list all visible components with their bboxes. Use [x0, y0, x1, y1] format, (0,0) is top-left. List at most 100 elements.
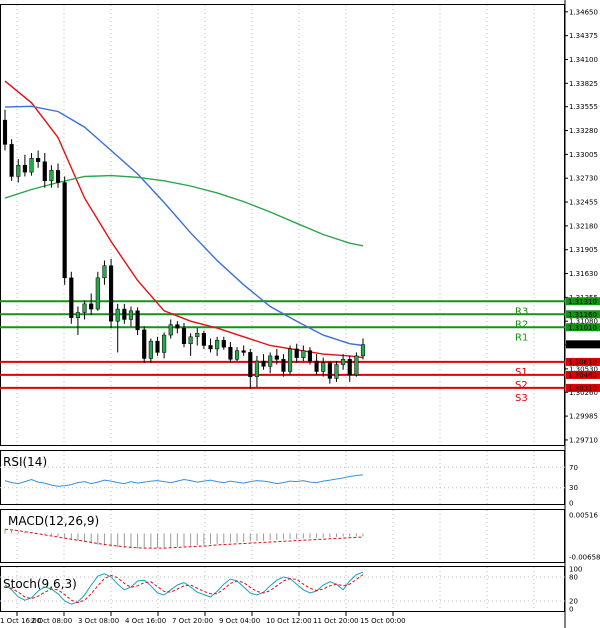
candle-bullish: [148, 340, 153, 359]
x-tick-label: 4 Oct 16:00: [125, 617, 166, 625]
y-tick-label: 1.32180: [569, 222, 598, 230]
candle-bearish: [55, 170, 61, 183]
candle-bullish: [115, 308, 120, 322]
x-tick-label: 9 Oct 04:00: [219, 617, 260, 625]
forex-chart: 1.34650 1.34375 1.34100 1.33825 1.33555 1.332…: [0, 0, 600, 628]
candle-bullish: [49, 170, 54, 182]
candle-bearish: [9, 144, 14, 177]
level-name-r2: R2: [515, 319, 528, 330]
candle-bullish: [162, 334, 167, 353]
candle-bearish: [42, 161, 47, 182]
x-tick-label: 2 Oct 08:00: [31, 617, 72, 625]
rsi-tick-label: 0: [569, 500, 573, 508]
candle-bullish: [75, 312, 80, 318]
candle-bullish: [301, 350, 306, 358]
x-tick-label: 15 Oct 00:00: [360, 617, 406, 625]
candle-bearish: [22, 164, 27, 173]
candle-bearish: [175, 324, 180, 329]
candle-bullish: [195, 333, 200, 338]
x-tick-label: 11 Oct 20:00: [313, 617, 359, 625]
candle-bearish: [294, 348, 299, 358]
candle-bearish: [142, 329, 147, 359]
candle-bullish: [268, 355, 273, 367]
candle-bullish: [82, 303, 87, 313]
stoch-tick-label: 100: [569, 566, 582, 574]
stoch-tick-label: 80: [569, 574, 578, 582]
level-name-r3: R3: [515, 306, 528, 317]
y-tick-label: 1.33825: [569, 80, 598, 88]
candle-bearish: [261, 360, 266, 367]
candle-bullish: [254, 360, 259, 377]
candle-bullish: [188, 336, 193, 344]
candle-bearish: [327, 362, 332, 379]
stoch-tick-label: 0: [569, 606, 573, 614]
y-tick-label: 1.34375: [569, 32, 598, 40]
candle-bearish: [135, 310, 140, 331]
panel-frame-1: [0, 450, 565, 505]
y-tick-label: 1.31905: [569, 246, 598, 254]
x-tick-label: 3 Oct 08:00: [78, 617, 119, 625]
candle-bearish: [228, 346, 233, 360]
candle-bearish: [248, 352, 253, 377]
y-tick-label: 1.34100: [569, 56, 598, 64]
candle-bearish: [307, 350, 313, 362]
candle-bullish: [354, 355, 359, 376]
macd-tick-label: -0.006584: [569, 554, 600, 562]
y-tick-label: 1.31630: [569, 270, 598, 278]
level-value-s2: 1.30460: [568, 371, 597, 379]
panel-frame-3: [0, 566, 565, 612]
y-tick-label: 1.33005: [569, 151, 598, 159]
candle-bullish: [288, 348, 293, 372]
candle-bearish: [2, 119, 8, 145]
candle-bearish: [155, 340, 160, 353]
panel-frame-0: [0, 4, 565, 446]
level-name-s1: S1: [515, 367, 528, 378]
candle-bearish: [314, 360, 319, 372]
level-value-s3: 1.30310: [568, 384, 597, 392]
y-tick-label: 1.32730: [569, 175, 598, 183]
candle-bearish: [62, 182, 67, 279]
y-tick-label: 1.29985: [569, 413, 598, 421]
macd-tick-label: 0.00516: [569, 512, 598, 520]
candle-bearish: [122, 308, 127, 320]
y-tick-label: 1.34650: [569, 8, 598, 16]
candle-bullish: [29, 158, 34, 173]
y-tick-label: 1.29710: [569, 436, 598, 444]
candle-bearish: [89, 303, 94, 310]
candle-bullish: [334, 364, 339, 379]
level-value-r1: 1.31010: [568, 324, 597, 332]
rsi-tick-label: 30: [569, 484, 578, 492]
current-price-value: 1.30813: [568, 341, 597, 349]
x-tick-label: 10 Oct 12:00: [266, 617, 312, 625]
stoch-tick-label: 20: [569, 598, 578, 606]
candle-bearish: [241, 350, 246, 353]
candle-bearish: [274, 355, 279, 360]
candle-bullish: [128, 310, 134, 320]
y-tick-label: 1.33555: [569, 103, 598, 111]
macd-label: MACD(12,26,9): [8, 514, 99, 528]
candle-bullish: [168, 324, 173, 336]
level-value-r3: 1.31310: [568, 298, 597, 306]
candle-bullish: [95, 277, 100, 310]
rsi-tick-label: 70: [569, 464, 578, 472]
candle-bearish: [109, 265, 114, 322]
candle-bearish: [69, 277, 74, 318]
candle-bearish: [181, 327, 187, 344]
candle-bullish: [102, 265, 107, 279]
y-tick-label: 1.33280: [569, 127, 598, 135]
x-tick-label: 7 Oct 20:00: [172, 617, 213, 625]
candle-bullish: [360, 344, 366, 357]
candle-bullish: [16, 164, 21, 177]
candle-bullish: [215, 340, 220, 350]
level-value-s1: 1.30610: [568, 358, 597, 366]
candle-bullish: [234, 350, 240, 360]
stoch-label: Stoch(9,6,3): [3, 577, 77, 591]
candle-bearish: [347, 359, 352, 376]
candle-bearish: [208, 345, 213, 350]
candle-bearish: [201, 333, 206, 346]
level-name-r1: R1: [515, 332, 528, 343]
level-name-s3: S3: [515, 393, 528, 404]
y-tick-label: 1.32455: [569, 199, 598, 207]
candle-bearish: [221, 340, 226, 348]
candle-bearish: [281, 359, 286, 372]
